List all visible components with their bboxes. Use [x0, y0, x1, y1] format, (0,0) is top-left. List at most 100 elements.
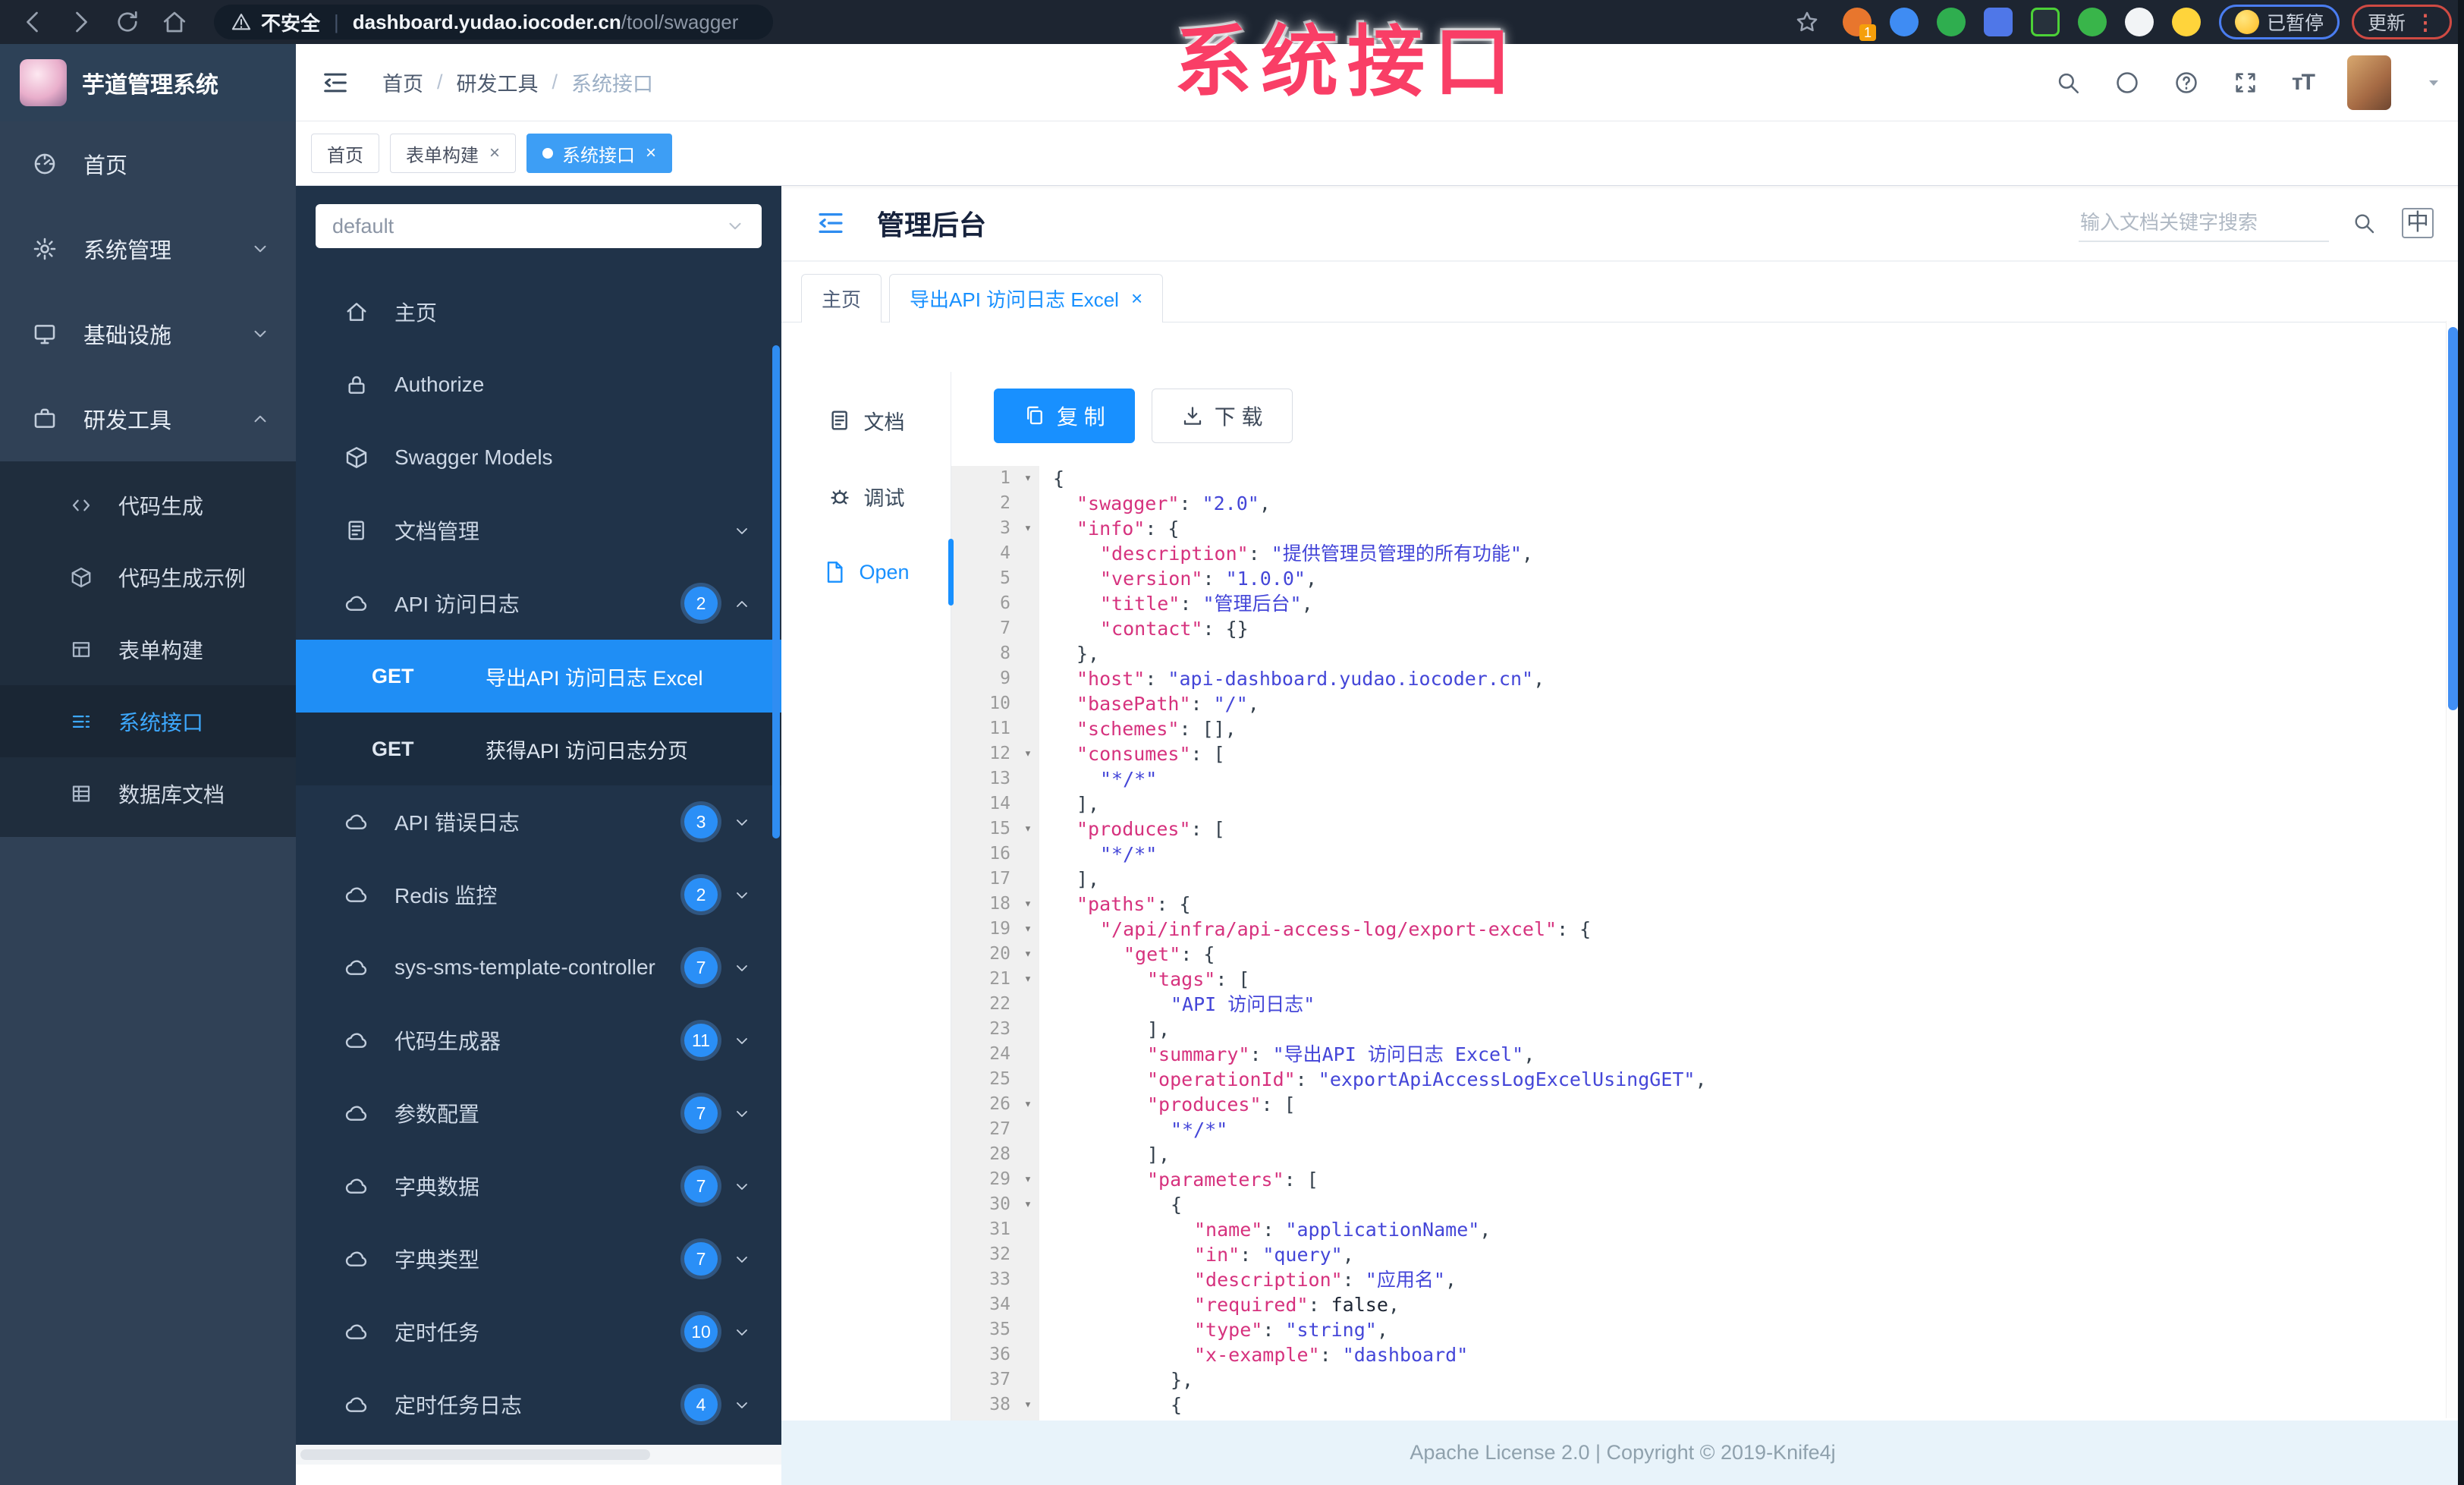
swagger-operation-导出API 访问日志 Excel[interactable]: GET 导出API 访问日志 Excel — [296, 640, 781, 713]
help-icon[interactable] — [2173, 70, 2199, 96]
fold-arrow-icon[interactable]: ▾ — [1017, 1192, 1039, 1217]
sidebar-item-label: 代码生成示例 — [118, 566, 247, 590]
doc-menu-collapse-icon[interactable] — [815, 207, 847, 239]
update-button[interactable]: 更新 ⋮ — [2351, 5, 2452, 39]
cloud-icon — [344, 1028, 369, 1052]
swagger-item-字典数据[interactable]: 字典数据 7 — [296, 1150, 781, 1222]
swagger-item-参数配置[interactable]: 参数配置 7 — [296, 1077, 781, 1150]
ext-emoji-face-icon[interactable] — [2171, 8, 2201, 36]
swagger-item-代码生成器[interactable]: 代码生成器 11 — [296, 1004, 781, 1077]
user-menu-caret-icon[interactable] — [2425, 74, 2443, 92]
fold-arrow-icon[interactable]: ▾ — [1017, 942, 1039, 967]
doc-search-input[interactable] — [2079, 204, 2329, 242]
back-icon[interactable] — [20, 8, 47, 36]
ext-green-check-icon[interactable] — [1936, 8, 1966, 36]
browser-menu-icon[interactable]: ⋮ — [2415, 10, 2436, 35]
fold-arrow-icon[interactable]: ▾ — [1017, 1167, 1039, 1192]
swagger-item-Swagger Models[interactable]: Swagger Models — [296, 421, 781, 494]
sidebar-item-表单构建[interactable]: 表单构建 — [0, 613, 296, 685]
sidebar-item-研发工具[interactable]: 研发工具 — [0, 376, 296, 461]
ext-orange-circle-icon[interactable]: 1 — [1842, 8, 1876, 41]
doc-search-icon[interactable] — [2352, 211, 2376, 235]
swagger-item-定时任务日志[interactable]: 定时任务日志 4 — [296, 1368, 781, 1441]
sidebar-item-代码生成[interactable]: 代码生成 — [0, 469, 296, 541]
copy-button[interactable]: 复 制 — [994, 389, 1135, 443]
tag-系统接口[interactable]: 系统接口 × — [526, 134, 673, 173]
tag-close-icon[interactable]: × — [489, 143, 500, 164]
api-group-select[interactable]: default — [316, 204, 762, 248]
doc-tab-主页[interactable]: 主页 — [801, 274, 882, 322]
swagger-item-Authorize[interactable]: Authorize — [296, 348, 781, 421]
doc-side-tab-Open[interactable]: Open — [781, 534, 954, 610]
line-number: 22 — [951, 992, 1017, 1017]
breadcrumb-item[interactable]: 系统接口 — [571, 68, 653, 97]
sidebar-item-首页[interactable]: 首页 — [0, 121, 296, 206]
language-switch-icon[interactable]: 中 — [2402, 208, 2434, 238]
hscroll-thumb[interactable] — [300, 1449, 650, 1460]
ext-dark-monkey-icon[interactable] — [2030, 8, 2060, 36]
tag-close-icon[interactable]: × — [646, 143, 656, 164]
github-icon[interactable] — [2114, 70, 2140, 96]
ext-white-paw-icon[interactable] — [2124, 8, 2154, 36]
code-line: 13 "*/*" — [951, 766, 2464, 791]
line-number: 16 — [951, 842, 1017, 867]
swagger-operation-获得API 访问日志分页[interactable]: GET 获得API 访问日志分页 — [296, 713, 781, 785]
json-code-editor[interactable]: 1 ▾{2 "swagger": "2.0", 3 ▾ "info": {4 "descri… — [951, 466, 2464, 1485]
reload-icon[interactable] — [114, 8, 141, 36]
swagger-item-sys-sms-template-controller[interactable]: sys-sms-template-controller 7 — [296, 931, 781, 1004]
sidebar-item-数据库文档[interactable]: 数据库文档 — [0, 757, 296, 829]
font-size-icon[interactable]: тT — [2292, 70, 2315, 96]
doc-side-tab-文档[interactable]: 文档 — [781, 382, 951, 458]
swagger-item-API 访问日志[interactable]: API 访问日志 2 — [296, 567, 781, 640]
tag-表单构建[interactable]: 表单构建 × — [390, 134, 517, 173]
fold-gutter — [1017, 616, 1039, 641]
doc-tab-close-icon[interactable]: × — [1131, 287, 1142, 310]
sidebar-item-基础设施[interactable]: 基础设施 — [0, 291, 296, 376]
paused-extension-pill[interactable]: 已暂停 — [2218, 5, 2340, 39]
fold-arrow-icon[interactable]: ▾ — [1017, 892, 1039, 917]
swagger-panel-hscrollbar[interactable] — [296, 1445, 781, 1465]
tag-首页[interactable]: 首页 — [311, 134, 379, 173]
fold-arrow-icon[interactable]: ▾ — [1017, 1092, 1039, 1117]
sidebar-collapse-icon[interactable] — [320, 68, 350, 98]
sidebar-item-系统管理[interactable]: 系统管理 — [0, 206, 296, 291]
swagger-item-文档管理[interactable]: 文档管理 — [296, 494, 781, 567]
swagger-item-定时任务[interactable]: 定时任务 10 — [296, 1295, 781, 1368]
address-bar[interactable]: 不安全 | dashboard.yudao.iocoder.cn /tool/s… — [214, 5, 774, 39]
user-avatar[interactable] — [2347, 55, 2391, 110]
doc-side-tab-调试[interactable]: 调试 — [781, 458, 951, 534]
fold-gutter — [1017, 1267, 1039, 1292]
swagger-item-主页[interactable]: 主页 — [296, 275, 781, 348]
fold-arrow-icon[interactable]: ▾ — [1017, 967, 1039, 992]
download-icon — [1181, 404, 1204, 427]
bookmark-star-icon[interactable] — [1794, 9, 1820, 35]
sidebar-item-代码生成示例[interactable]: 代码生成示例 — [0, 541, 296, 613]
cloud-icon — [344, 1101, 369, 1125]
fold-arrow-icon[interactable]: ▾ — [1017, 516, 1039, 541]
fullscreen-icon[interactable] — [2233, 70, 2258, 96]
code-line: 35 "type": "string", — [951, 1317, 2464, 1342]
app-logo[interactable]: 芋道管理系统 — [0, 44, 296, 121]
ext-green-leaf-icon[interactable] — [2077, 8, 2107, 36]
fold-arrow-icon[interactable]: ▾ — [1017, 816, 1039, 842]
download-button[interactable]: 下 载 — [1151, 389, 1293, 443]
forward-icon[interactable] — [67, 8, 94, 36]
ext-blue-pin-icon[interactable] — [1889, 8, 1919, 36]
swagger-item-label: 参数配置 — [394, 1103, 480, 1126]
ext-blue-grid-icon[interactable] — [1983, 8, 2013, 36]
doc-tab-导出API 访问日志 Excel[interactable]: 导出API 访问日志 Excel × — [889, 274, 1164, 322]
search-icon[interactable] — [2055, 70, 2081, 96]
swagger-item-Redis 监控[interactable]: Redis 监控 2 — [296, 858, 781, 931]
fold-arrow-icon[interactable]: ▾ — [1017, 741, 1039, 766]
breadcrumb-item[interactable]: 首页 — [382, 68, 423, 97]
fold-arrow-icon[interactable]: ▾ — [1017, 466, 1039, 491]
breadcrumb-item[interactable]: 研发工具 — [457, 68, 539, 97]
swagger-item-API 错误日志[interactable]: API 错误日志 3 — [296, 785, 781, 858]
swagger-panel-scrollbar[interactable] — [772, 345, 780, 838]
sidebar-item-系统接口[interactable]: 系统接口 — [0, 685, 296, 757]
swagger-item-字典类型[interactable]: 字典类型 7 — [296, 1222, 781, 1295]
fold-arrow-icon[interactable]: ▾ — [1017, 917, 1039, 942]
fold-arrow-icon[interactable]: ▾ — [1017, 1392, 1039, 1417]
home-icon[interactable] — [161, 8, 188, 36]
content-scroll-thumb[interactable] — [2448, 327, 2458, 710]
